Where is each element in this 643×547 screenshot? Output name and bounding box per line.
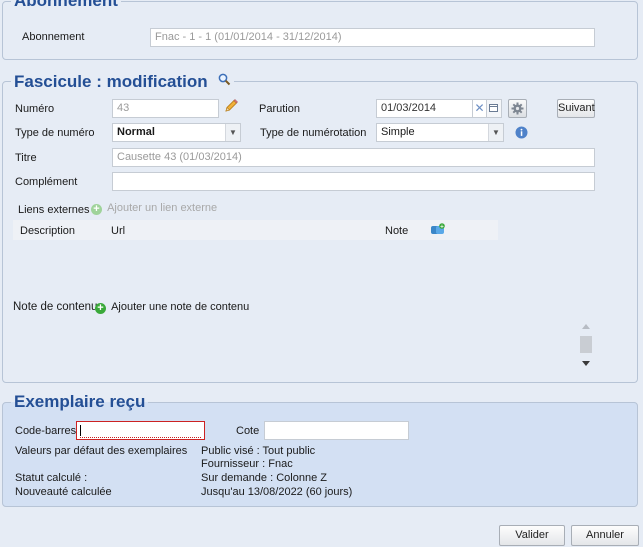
add-lien-label: Ajouter un lien externe — [107, 202, 218, 214]
type-numero-value: Normal — [117, 126, 155, 138]
type-numerotation-select[interactable]: Simple ▼ — [376, 123, 504, 142]
cote-field[interactable] — [264, 421, 409, 440]
add-link-icon[interactable]: + — [430, 223, 445, 240]
chevron-down-icon[interactable]: ▼ — [488, 124, 503, 141]
add-icon: + — [91, 204, 102, 215]
annuler-button[interactable]: Annuler — [571, 525, 639, 546]
code-barres-field[interactable] — [76, 421, 205, 440]
fournisseur-value: Fournisseur : Fnac — [201, 458, 293, 470]
titre-label: Titre — [15, 152, 37, 164]
col-description: Description — [20, 225, 76, 237]
liens-externes-label: Liens externes — [18, 204, 90, 216]
numero-field[interactable]: 43 — [112, 99, 219, 118]
defaults-label: Valeurs par défaut des exemplaires — [15, 445, 188, 457]
info-icon[interactable] — [515, 126, 528, 142]
abonnement-legend: Abonnement — [14, 0, 118, 10]
statut-label: Statut calculé : — [15, 472, 88, 484]
type-numerotation-label: Type de numérotation — [260, 127, 367, 139]
numero-label: Numéro — [15, 103, 55, 115]
col-note: Note — [385, 225, 409, 237]
titre-field[interactable]: Causette 43 (01/03/2014) — [112, 148, 595, 167]
gear-icon[interactable] — [508, 99, 527, 118]
public-vise-value: Public visé : Tout public — [201, 445, 316, 457]
add-lien-button[interactable]: + Ajouter un lien externe — [91, 202, 217, 215]
scroll-down-arrow-icon[interactable] — [582, 361, 590, 366]
scrollbar[interactable] — [578, 322, 595, 370]
valider-button[interactable]: Valider — [499, 525, 565, 546]
abonnement-label: Abonnement — [22, 31, 85, 43]
complement-field[interactable] — [112, 172, 595, 191]
pencil-icon[interactable] — [223, 98, 239, 117]
add-note-button[interactable]: + Ajouter une note de contenu — [95, 301, 249, 314]
col-url: Url — [111, 225, 126, 237]
calendar-icon[interactable] — [487, 99, 502, 118]
type-numerotation-value: Simple — [381, 126, 415, 138]
scroll-thumb[interactable] — [580, 336, 592, 353]
scroll-up-arrow-icon[interactable] — [582, 324, 590, 329]
liens-table-header: Description Url Note + — [13, 220, 498, 240]
complement-label: Complément — [15, 176, 78, 188]
add-icon: + — [95, 303, 106, 314]
cote-label: Cote — [236, 425, 260, 437]
nouveaute-value: Jusqu'au 13/08/2022 (60 jours) — [201, 486, 353, 498]
abonnement-field[interactable]: Fnac - 1 - 1 (01/01/2014 - 31/12/2014) — [150, 28, 595, 47]
suivant-button[interactable]: Suivant — [557, 99, 595, 118]
code-barres-label: Code-barres — [15, 425, 77, 437]
svg-text:+: + — [440, 224, 444, 230]
error-underline — [80, 437, 201, 438]
chevron-down-icon[interactable]: ▼ — [225, 124, 240, 141]
exemplaire-legend: Exemplaire reçu — [14, 392, 146, 411]
parution-field[interactable]: 01/03/2014 — [376, 99, 473, 118]
note-contenu-label: Note de contenu — [13, 301, 98, 313]
fascicule-title: Fascicule : modification — [14, 72, 208, 91]
nouveaute-label: Nouveauté calculée — [15, 486, 112, 498]
type-numero-select[interactable]: Normal ▼ — [112, 123, 241, 142]
type-numero-label: Type de numéro — [15, 127, 95, 139]
fascicule-legend: Fascicule : modification — [11, 72, 234, 91]
text-cursor — [80, 425, 81, 436]
search-icon[interactable] — [218, 72, 231, 90]
statut-value: Sur demande : Colonne Z — [201, 472, 327, 484]
parution-label: Parution — [259, 103, 300, 115]
add-note-label: Ajouter une note de contenu — [111, 301, 250, 313]
clear-date-icon[interactable]: ✕ — [473, 99, 487, 118]
